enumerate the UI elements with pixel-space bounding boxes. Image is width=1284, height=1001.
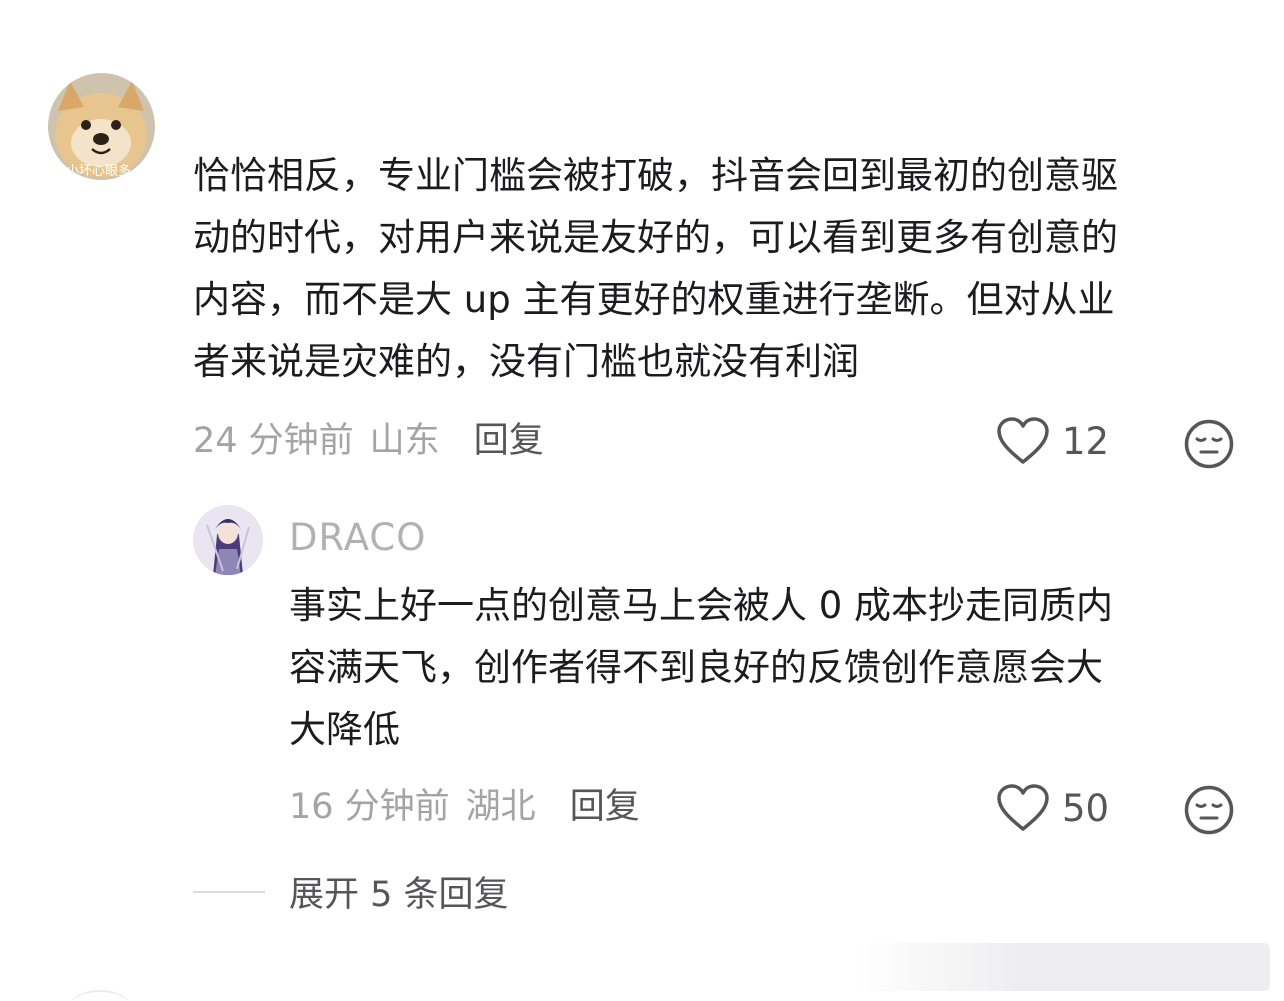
expand-replies-label: 展开 5 条回复: [289, 875, 509, 915]
dislike-button[interactable]: [1183, 418, 1235, 474]
reply-reply-button[interactable]: 回复: [570, 787, 640, 827]
reply-button[interactable]: 回复: [474, 421, 544, 461]
comment-time: 24 分钟前: [193, 421, 354, 461]
reply-location: 湖北: [465, 787, 536, 827]
comment-line: 恰恰相反，专业门槛会被打破，抖音会回到最初的创意驱: [193, 154, 1118, 197]
watermark: [854, 943, 1270, 991]
anime-character-icon: [193, 505, 263, 575]
next-comment-avatar-edge: [70, 990, 130, 1001]
commenter-avatar[interactable]: 小坏心眼多: [48, 73, 155, 180]
comment-line: 内容，而不是大 up 主有更好的权重进行垄断。但对从业: [193, 278, 1115, 321]
reply-dislike-button[interactable]: [1183, 784, 1235, 840]
heart-icon: [997, 784, 1049, 831]
heart-icon: [997, 417, 1049, 464]
meh-face-icon: [1184, 785, 1234, 835]
like-button[interactable]: 12: [996, 416, 1109, 466]
reply-line: 事实上好一点的创意马上会被人 0 成本抄走同质内: [289, 584, 1114, 627]
reply-body: 事实上好一点的创意马上会被人 0 成本抄走同质内 容满天飞，创作者得不到良好的反…: [289, 575, 1113, 761]
reply-line: 容满天飞，创作者得不到良好的反馈创作意愿会大: [289, 646, 1103, 689]
reply-like-count: 50: [1062, 786, 1110, 830]
comment-line: 动的时代，对用户来说是友好的，可以看到更多有创意的: [193, 216, 1118, 259]
expand-replies-button[interactable]: 展开 5 条回复: [193, 866, 509, 917]
like-count: 12: [1062, 419, 1110, 463]
reply-like-button[interactable]: 50: [996, 783, 1109, 833]
comment-line: 者来说是灾难的，没有门槛也就没有利润: [193, 340, 859, 383]
reply-line: 大降低: [289, 708, 400, 751]
shiba-dog-icon: 小坏心眼多: [48, 73, 155, 180]
comment-location: 山东: [369, 421, 440, 461]
reply-avatar[interactable]: [193, 505, 263, 575]
reply-time: 16 分钟前: [289, 787, 450, 827]
reply-meta: 16 分钟前 湖北 回复: [289, 787, 640, 827]
avatar-caption: 小坏心眼多: [66, 163, 131, 179]
comment-thread: 小坏心眼多 恰恰相反，专业门槛会被打破，抖音会回到最初的创意驱 动的时代，对用户…: [0, 0, 1284, 1001]
meh-face-icon: [1184, 419, 1234, 469]
comment-body: 恰恰相反，专业门槛会被打破，抖音会回到最初的创意驱 动的时代，对用户来说是友好的…: [193, 145, 1118, 393]
reply-username[interactable]: DRACO: [289, 516, 426, 559]
expand-divider: [193, 890, 265, 893]
comment-meta: 24 分钟前 山东 回复: [193, 421, 544, 461]
